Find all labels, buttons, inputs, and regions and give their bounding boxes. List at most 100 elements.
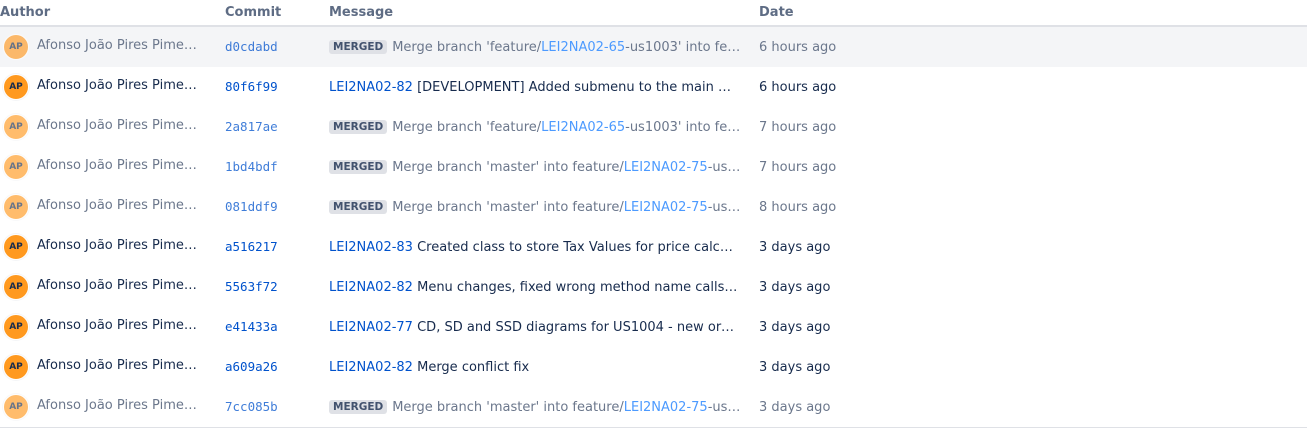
commit-message: MERGED Merge branch 'master' into feature…	[329, 199, 741, 215]
commit-hash-link[interactable]: a516217	[225, 239, 278, 254]
message-text: [DEVELOPMENT] Added submenu to the main …	[412, 79, 741, 95]
column-date: Date	[759, 0, 1307, 27]
issue-link[interactable]: LEI2NA02-75	[624, 200, 708, 215]
author-cell: AP Afonso João Pires Pimentel	[0, 26, 225, 67]
commit-message: MERGED Merge branch 'master' into feature…	[329, 399, 741, 415]
merged-badge: MERGED	[329, 119, 388, 134]
message-text: -us1003' into feature	[625, 119, 741, 135]
message-cell: LEI2NA02-82 Merge conflict fix	[329, 347, 759, 387]
avatar[interactable]: AP	[3, 154, 29, 180]
message-cell: LEI2NA02-77 CD, SD and SSD diagrams for …	[329, 307, 759, 347]
commit-message: LEI2NA02-82 [DEVELOPMENT] Added submenu …	[329, 80, 741, 95]
message-text: Merge branch 'feature/	[392, 39, 542, 55]
author-name: Afonso João Pires Pimentel	[37, 278, 205, 293]
message-cell: LEI2NA02-82 [DEVELOPMENT] Added submenu …	[329, 67, 759, 107]
date-cell: 6 hours ago	[759, 26, 1307, 67]
issue-link[interactable]: LEI2NA02-83	[329, 240, 413, 255]
author-name: Afonso João Pires Pimentel	[37, 38, 205, 53]
commit-message: MERGED Merge branch 'feature/LEI2NA02-65-…	[329, 119, 741, 135]
commit-hash-link[interactable]: 081ddf9	[225, 199, 278, 214]
table-row[interactable]: AP Afonso João Pires Pimentel e41433a LEI…	[0, 307, 1307, 347]
commit-cell: 5563f72	[225, 267, 329, 307]
commit-message: LEI2NA02-82 Menu changes, fixed wrong me…	[329, 280, 741, 295]
author-name: Afonso João Pires Pimentel	[37, 318, 205, 333]
avatar[interactable]: AP	[3, 114, 29, 140]
merged-badge: MERGED	[329, 39, 388, 54]
column-message: Message	[329, 0, 759, 27]
message-text: -us1003' into feature	[625, 39, 741, 55]
commit-hash-link[interactable]: a609a26	[225, 359, 278, 374]
avatar[interactable]: AP	[3, 394, 29, 420]
author-name: Afonso João Pires Pimentel	[37, 78, 205, 93]
commit-hash-link[interactable]: e41433a	[225, 319, 278, 334]
message-text: Merge conflict fix	[412, 359, 530, 375]
author-cell: AP Afonso João Pires Pimentel	[0, 347, 225, 387]
table-row[interactable]: AP Afonso João Pires Pimentel 1bd4bdf MER…	[0, 147, 1307, 187]
author-name: Afonso João Pires Pimentel	[37, 158, 205, 173]
author-name: Afonso João Pires Pimentel	[37, 398, 205, 413]
avatar[interactable]: AP	[3, 194, 29, 220]
column-author: Author	[0, 0, 225, 27]
issue-link[interactable]: LEI2NA02-75	[624, 160, 708, 175]
commit-message: LEI2NA02-77 CD, SD and SSD diagrams for …	[329, 320, 741, 335]
issue-link[interactable]: LEI2NA02-82	[329, 80, 413, 95]
message-text: CD, SD and SSD diagrams for US1004 - new…	[412, 319, 741, 335]
author-cell: AP Afonso João Pires Pimentel	[0, 147, 225, 187]
commit-cell: 2a817ae	[225, 107, 329, 147]
avatar[interactable]: AP	[3, 74, 29, 100]
message-cell: MERGED Merge branch 'feature/LEI2NA02-65-…	[329, 107, 759, 147]
commit-hash-link[interactable]: 1bd4bdf	[225, 159, 278, 174]
issue-link[interactable]: LEI2NA02-75	[624, 400, 708, 415]
commit-cell: 1bd4bdf	[225, 147, 329, 187]
issue-link[interactable]: LEI2NA02-82	[329, 360, 413, 375]
date-cell: 3 days ago	[759, 239, 831, 255]
author-cell: AP Afonso João Pires Pimentel	[0, 67, 225, 107]
table-row[interactable]: AP Afonso João Pires Pimentel d0cdabd MER…	[0, 26, 1307, 67]
message-cell: LEI2NA02-82 Menu changes, fixed wrong me…	[329, 267, 759, 307]
avatar[interactable]: AP	[3, 314, 29, 340]
issue-link[interactable]: LEI2NA02-82	[329, 280, 413, 295]
avatar[interactable]: AP	[3, 34, 29, 60]
avatar[interactable]: AP	[3, 354, 29, 380]
author-cell: AP Afonso João Pires Pimentel	[0, 267, 225, 307]
issue-link[interactable]: LEI2NA02-65	[541, 40, 625, 55]
date-cell: 7 hours ago	[759, 159, 837, 175]
table-row[interactable]: AP Afonso João Pires Pimentel a609a26 LEI…	[0, 347, 1307, 387]
commit-cell: d0cdabd	[225, 26, 329, 67]
commit-cell: 80f6f99	[225, 67, 329, 107]
date-cell: 3 days ago	[759, 387, 1307, 428]
message-cell: MERGED Merge branch 'master' into feature…	[329, 187, 759, 227]
avatar[interactable]: AP	[3, 274, 29, 300]
table-header: Author Commit Message Date	[0, 0, 1307, 27]
author-name: Afonso João Pires Pimentel	[37, 198, 205, 213]
avatar[interactable]: AP	[3, 234, 29, 260]
commit-cell: 7cc085b	[225, 387, 329, 428]
table-row[interactable]: AP Afonso João Pires Pimentel 7cc085b MER…	[0, 387, 1307, 428]
commit-hash-link[interactable]: 80f6f99	[225, 79, 278, 94]
table-row[interactable]: AP Afonso João Pires Pimentel 5563f72 LEI…	[0, 267, 1307, 307]
date-cell: 6 hours ago	[759, 79, 837, 95]
message-text: Menu changes, fixed wrong method name ca…	[412, 279, 741, 295]
message-text: -us1005	[707, 399, 741, 415]
issue-link[interactable]: LEI2NA02-77	[329, 320, 413, 335]
author-cell: AP Afonso João Pires Pimentel	[0, 187, 225, 227]
commit-message: LEI2NA02-82 Merge conflict fix	[329, 360, 529, 375]
date-cell: 3 days ago	[759, 319, 831, 335]
date-cell: 3 days ago	[759, 279, 831, 295]
commit-hash-link[interactable]: 5563f72	[225, 279, 278, 294]
author-name: Afonso João Pires Pimentel	[37, 238, 205, 253]
commit-hash-link[interactable]: 2a817ae	[225, 119, 278, 134]
commit-hash-link[interactable]: 7cc085b	[225, 399, 278, 414]
table-row[interactable]: AP Afonso João Pires Pimentel 2a817ae MER…	[0, 107, 1307, 147]
commit-message: LEI2NA02-83 Created class to store Tax V…	[329, 240, 741, 255]
commit-hash-link[interactable]: d0cdabd	[225, 39, 278, 54]
table-row[interactable]: AP Afonso João Pires Pimentel a516217 LEI…	[0, 227, 1307, 267]
commit-cell: a609a26	[225, 347, 329, 387]
table-row[interactable]: AP Afonso João Pires Pimentel 80f6f99 LEI…	[0, 67, 1307, 107]
message-text: -us1005	[707, 159, 741, 175]
merged-badge: MERGED	[329, 159, 388, 174]
author-cell: AP Afonso João Pires Pimentel	[0, 107, 225, 147]
table-row[interactable]: AP Afonso João Pires Pimentel 081ddf9 MER…	[0, 187, 1307, 227]
issue-link[interactable]: LEI2NA02-65	[541, 120, 625, 135]
commit-cell: a516217	[225, 227, 329, 267]
